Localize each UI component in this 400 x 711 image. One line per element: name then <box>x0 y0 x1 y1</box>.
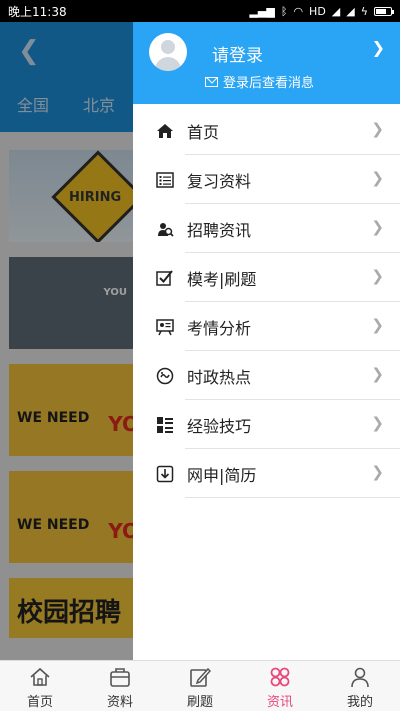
menu-item-label: 考情分析 <box>187 318 252 338</box>
chevron-right-icon: ❯ <box>371 414 384 432</box>
menu-item-label: 经验技巧 <box>187 416 252 436</box>
charging-icon: ϟ <box>360 4 368 18</box>
home-icon <box>30 667 50 686</box>
nav-tab-label: 资讯 <box>266 695 293 710</box>
user-icon <box>351 667 369 688</box>
login-header[interactable]: 请登录 ❯ 登录后查看消息 <box>133 22 400 104</box>
nav-tab-materials[interactable]: 资料 <box>80 661 160 711</box>
avatar[interactable] <box>149 33 187 71</box>
clover-icon <box>270 667 290 687</box>
chevron-right-icon: ❯ <box>371 169 384 187</box>
checkbox-icon <box>155 268 175 288</box>
cell-signal-icon: ◢ <box>331 4 341 18</box>
person-search-icon <box>155 219 175 239</box>
menu-item-review-materials[interactable]: 复习资料 ❯ <box>133 155 400 204</box>
menu-item-online-application[interactable]: 网申|简历 ❯ <box>133 449 400 498</box>
nav-tab-home[interactable]: 首页 <box>0 661 80 711</box>
nav-tab-label: 我的 <box>346 695 373 710</box>
chevron-right-icon: ❯ <box>371 316 384 334</box>
news-icon <box>155 366 175 386</box>
home-icon <box>155 121 175 141</box>
nav-tab-label: 资料 <box>106 695 133 710</box>
menu-item-exam-analysis[interactable]: 考情分析 ❯ <box>133 302 400 351</box>
bag-icon <box>110 668 130 687</box>
bottom-nav: 首页 资料 刷题 资讯 我的 <box>0 660 400 711</box>
login-subtitle: 登录后查看消息 <box>205 72 314 91</box>
menu-item-label: 网申|简历 <box>187 465 257 485</box>
edit-icon <box>190 667 211 687</box>
nav-tab-news[interactable]: 资讯 <box>240 661 320 711</box>
menu-item-current-affairs[interactable]: 时政热点 ❯ <box>133 351 400 400</box>
menu-item-mock-exam[interactable]: 模考|刷题 ❯ <box>133 253 400 302</box>
cell-signal-icon-2: ◢ <box>346 4 355 18</box>
battery-icon <box>374 6 394 16</box>
menu-item-label: 模考|刷题 <box>187 269 257 289</box>
menu-item-label: 时政热点 <box>187 367 252 387</box>
list-icon <box>155 170 175 190</box>
status-bar: 晚上11:38 ▂▄▆ ᛒ ◠ HD ◢ ◢ ϟ <box>0 0 400 22</box>
chevron-right-icon: ❯ <box>371 267 384 285</box>
nav-tab-label: 首页 <box>26 695 53 710</box>
menu-item-label: 复习资料 <box>187 171 252 191</box>
grid-list-icon <box>155 415 175 435</box>
chevron-right-icon: ❯ <box>371 218 384 236</box>
login-subtitle-text: 登录后查看消息 <box>223 76 315 91</box>
chevron-right-icon: ❯ <box>371 463 384 481</box>
nav-tab-profile[interactable]: 我的 <box>320 661 400 711</box>
signal-bars-icon: ▂▄▆ <box>249 4 275 18</box>
chevron-right-icon: ❯ <box>371 365 384 383</box>
menu-item-experience-tips[interactable]: 经验技巧 ❯ <box>133 400 400 449</box>
menu-item-recruitment-news[interactable]: 招聘资讯 ❯ <box>133 204 400 253</box>
bluetooth-icon: ᛒ <box>280 4 288 18</box>
nav-tab-label: 刷题 <box>186 695 213 710</box>
login-title[interactable]: 请登录 <box>212 41 263 66</box>
menu-item-label: 招聘资讯 <box>187 220 252 240</box>
menu-item-home[interactable]: 首页 ❯ <box>133 106 400 155</box>
nav-tab-practice[interactable]: 刷题 <box>160 661 240 711</box>
navigation-drawer: 请登录 ❯ 登录后查看消息 首页 ❯ 复习资料 ❯ 招聘资讯 ❯ 模考|刷题 ❯… <box>133 22 400 660</box>
status-icons: ▂▄▆ ᛒ ◠ HD ◢ ◢ ϟ <box>249 4 394 18</box>
network-label: HD <box>309 4 326 18</box>
chevron-right-icon: ❯ <box>371 120 384 138</box>
analysis-board-icon <box>155 317 175 337</box>
download-icon <box>155 464 175 484</box>
menu-item-label: 首页 <box>187 122 220 142</box>
mail-icon <box>205 76 218 87</box>
wifi-icon: ◠ <box>293 4 304 18</box>
status-time: 晚上11:38 <box>8 4 67 19</box>
chevron-right-icon: ❯ <box>371 38 385 57</box>
thumbnail-text: HIRING <box>69 190 122 205</box>
drawer-menu: 首页 ❯ 复习资料 ❯ 招聘资讯 ❯ 模考|刷题 ❯ 考情分析 ❯ 时政热点 ❯… <box>133 106 400 498</box>
